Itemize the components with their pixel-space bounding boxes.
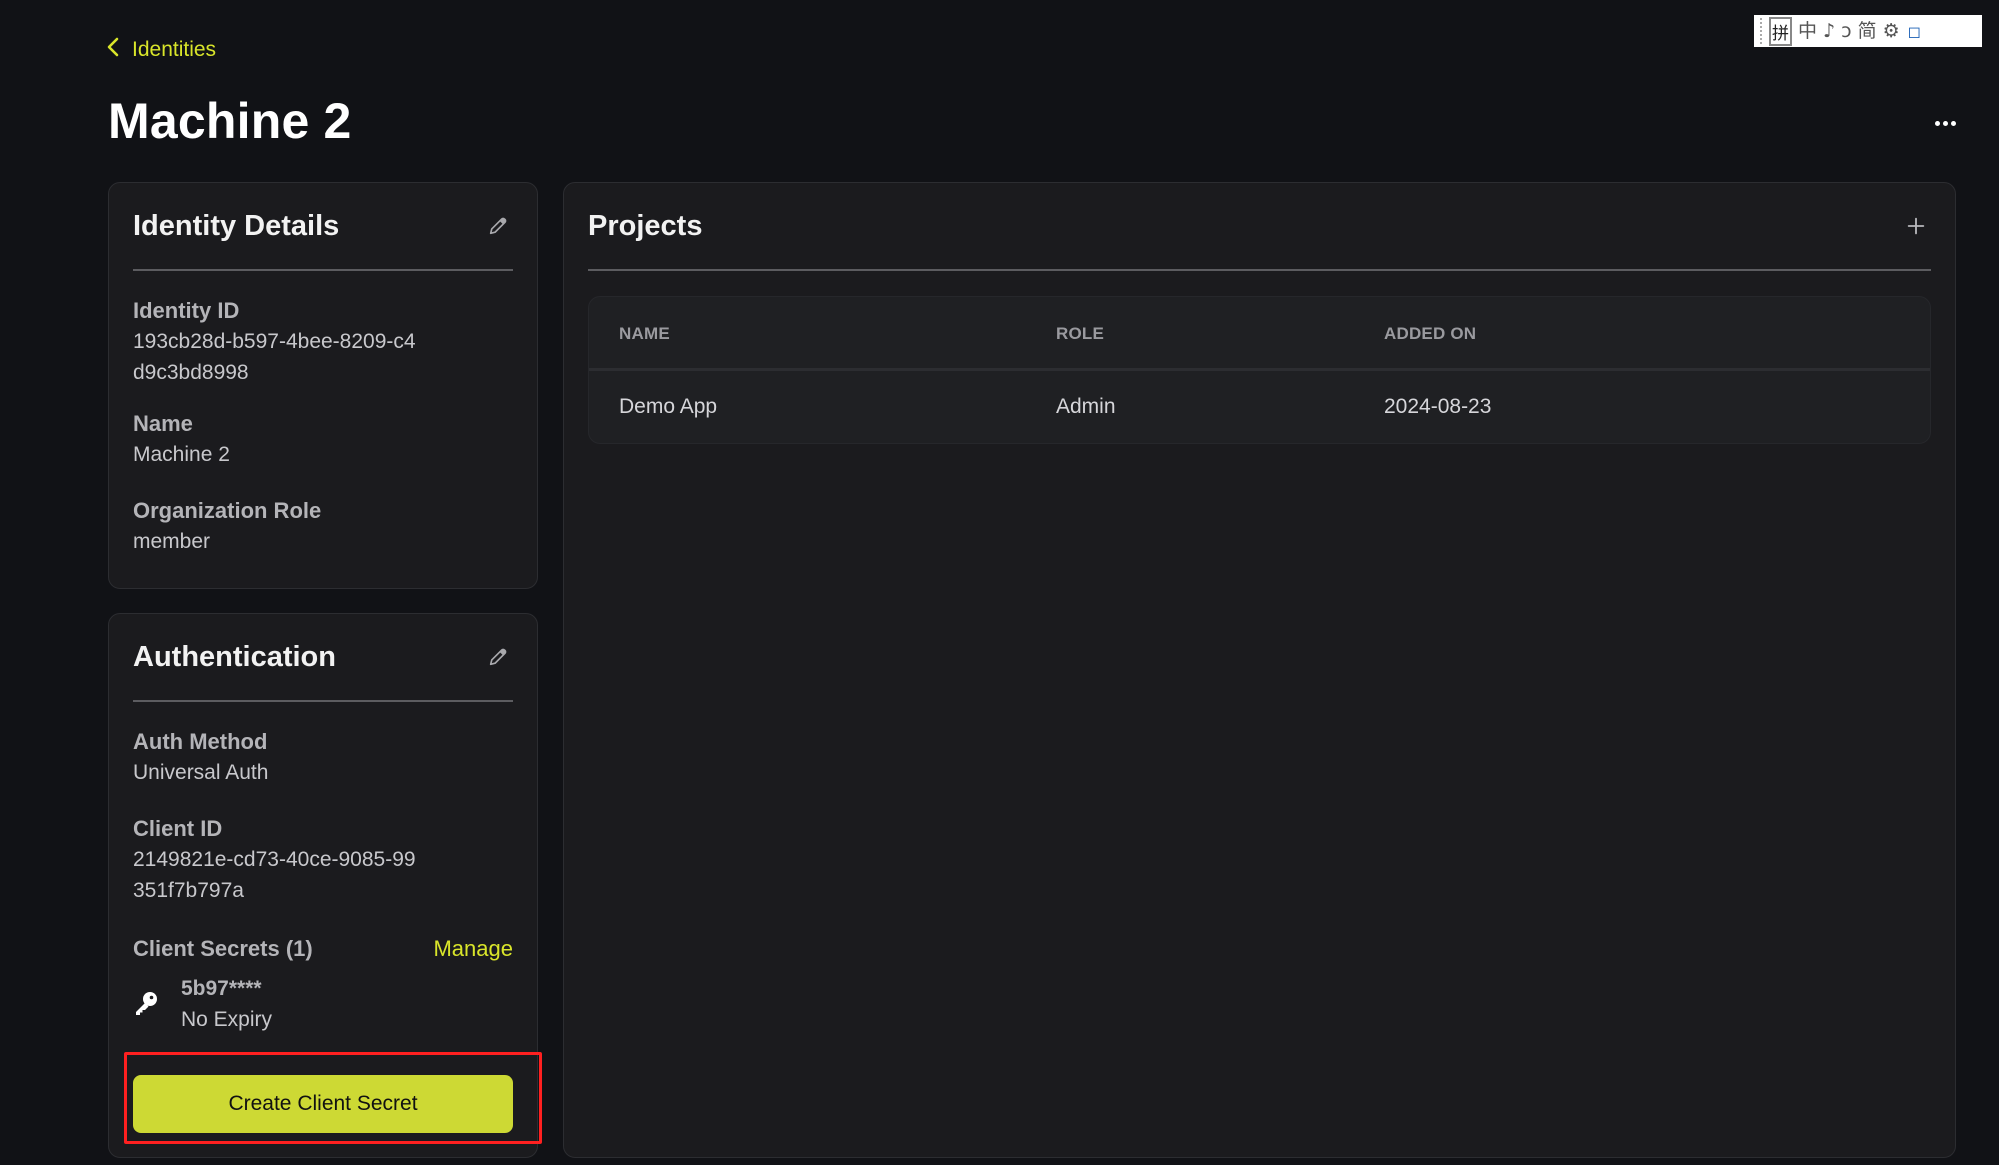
field-identity-id: Identity ID 193cb28d-b597-4bee-8209-c4d9… (133, 296, 513, 388)
breadcrumb-identities[interactable]: Identities (106, 36, 216, 64)
organization-role-value: member (133, 530, 211, 553)
ime-grip-handle[interactable] (1760, 18, 1763, 44)
ime-punctuation-icon[interactable]: ♪ (1823, 21, 1835, 41)
edit-identity-button[interactable] (483, 211, 513, 241)
secret-id: 5b97**** (181, 977, 262, 1000)
field-label: Auth Method (133, 729, 268, 754)
add-project-button[interactable] (1901, 211, 1931, 241)
secret-info: 5b97**** No Expiry (181, 974, 272, 1036)
card-title: Projects (588, 209, 703, 242)
card-header: Projects (588, 183, 1931, 271)
ime-toolbar: 拼 中 ♪ ↄ 简 ⚙ ◻ (1754, 15, 1982, 47)
project-name-cell: Demo App (619, 395, 718, 418)
project-added-on-cell: 2024-08-23 (1384, 395, 1492, 418)
client-id-value: 2149821e-cd73-40ce-9085-99351f7b797a (133, 848, 416, 902)
client-secrets-label: Client Secrets (1) (133, 936, 313, 961)
auth-method-value: Universal Auth (133, 761, 269, 784)
field-name: Name Machine 2 (133, 409, 513, 470)
ellipsis-dot (1942, 120, 1948, 126)
table-header: NAME ROLE ADDED ON (589, 297, 1930, 371)
client-secrets-header: Client Secrets (1) Manage (133, 934, 513, 964)
field-label: Client ID (133, 816, 223, 841)
pencil-icon (489, 648, 507, 666)
field-client-id: Client ID 2149821e-cd73-40ce-9085-99351f… (133, 814, 513, 906)
ime-settings-icon[interactable]: ⚙ (1883, 21, 1900, 41)
card-title: Identity Details (133, 209, 340, 242)
column-header-name[interactable]: NAME (619, 324, 670, 344)
card-title: Authentication (133, 640, 336, 673)
ime-expand-icon[interactable]: ◻ (1908, 22, 1921, 41)
name-value: Machine 2 (133, 443, 230, 466)
table-row[interactable]: Demo App Admin 2024-08-23 (589, 371, 1930, 442)
projects-card: Projects NAME ROLE ADDED ON Demo App Adm… (563, 182, 1956, 1158)
field-auth-method: Auth Method Universal Auth (133, 727, 513, 788)
identity-id-value: 193cb28d-b597-4bee-8209-c4d9c3bd8998 (133, 330, 416, 384)
edit-authentication-button[interactable] (483, 642, 513, 672)
field-organization-role: Organization Role member (133, 496, 513, 557)
ime-simplified-icon[interactable]: 简 (1858, 21, 1877, 41)
page-title: Machine 2 (108, 93, 352, 149)
ellipsis-icon (1934, 120, 1940, 126)
card-header: Authentication (133, 614, 513, 702)
manage-secrets-link[interactable]: Manage (433, 936, 513, 962)
ime-chinese-mode-icon[interactable]: 中 (1798, 21, 1817, 41)
project-role-cell: Admin (1056, 395, 1116, 418)
column-header-added-on[interactable]: ADDED ON (1384, 324, 1476, 344)
more-options-button[interactable] (1932, 112, 1958, 134)
identity-details-card: Identity Details Identity ID 193cb28d-b5… (108, 182, 538, 589)
field-label: Identity ID (133, 298, 240, 323)
field-label: Organization Role (133, 498, 322, 523)
breadcrumb-label: Identities (132, 38, 217, 61)
client-secret-item: 5b97**** No Expiry (133, 974, 272, 1036)
ime-width-icon[interactable]: ↄ (1841, 21, 1851, 41)
pencil-icon (489, 217, 507, 235)
field-label: Name (133, 411, 193, 436)
plus-icon (1907, 217, 1925, 235)
chevron-left-icon (106, 36, 120, 64)
ime-pinyin-icon[interactable]: 拼 (1769, 16, 1792, 46)
projects-table: NAME ROLE ADDED ON Demo App Admin 2024-0… (588, 296, 1931, 444)
column-header-role[interactable]: ROLE (1056, 324, 1104, 344)
card-header: Identity Details (133, 183, 513, 271)
secret-expiry: No Expiry (181, 1008, 273, 1031)
ellipsis-dot (1950, 120, 1956, 126)
create-client-secret-button[interactable]: Create Client Secret (133, 1075, 513, 1133)
key-icon (133, 990, 159, 1021)
